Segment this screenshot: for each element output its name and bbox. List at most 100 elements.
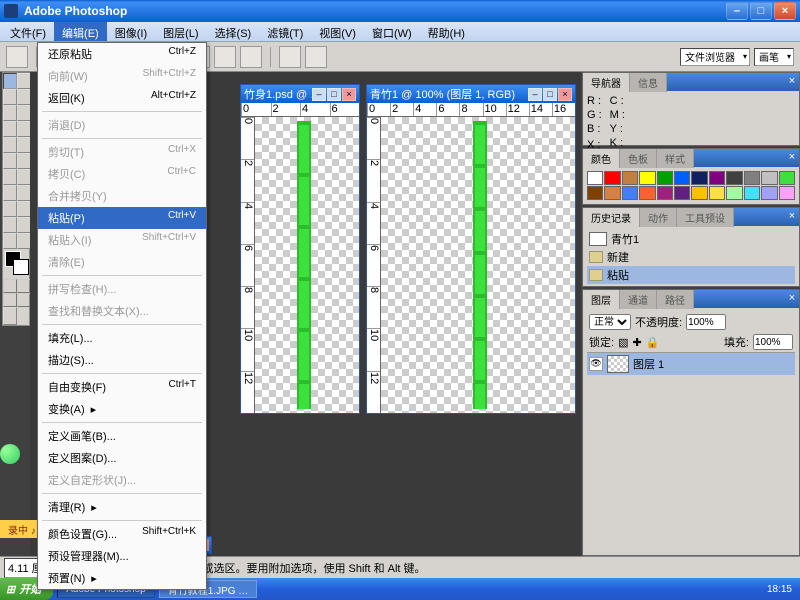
history-brush-tool[interactable]	[17, 137, 31, 153]
opacity-input[interactable]	[686, 314, 726, 330]
tab-channels[interactable]: 通道	[620, 290, 657, 309]
menu-item[interactable]: 自由变换(F)Ctrl+T	[38, 376, 206, 398]
menu-item[interactable]: 预设管理器(M)...	[38, 545, 206, 567]
swatch[interactable]	[639, 186, 655, 200]
doc2-max-button[interactable]: □	[543, 88, 557, 101]
tab-actions[interactable]: 动作	[640, 208, 677, 227]
swatch[interactable]	[604, 171, 620, 185]
menu-item[interactable]: 颜色设置(G)...Shift+Ctrl+K	[38, 523, 206, 545]
tab-layers[interactable]: 图层	[583, 290, 620, 309]
history-snapshot[interactable]: 青竹1	[587, 230, 795, 248]
pen-tool[interactable]	[3, 201, 17, 217]
doc2-close-button[interactable]: ×	[558, 88, 572, 101]
brushes-dropdown[interactable]: 画笔	[754, 48, 794, 66]
assistant-bubble-icon[interactable]	[0, 444, 20, 464]
distribute-h-icon[interactable]	[279, 46, 301, 68]
eraser-tool[interactable]	[3, 153, 17, 169]
zoom-tool[interactable]	[17, 233, 31, 249]
close-button[interactable]: ×	[774, 2, 796, 20]
menu-文件[interactable]: 文件(F)	[2, 22, 54, 41]
marquee-tool[interactable]	[17, 73, 31, 89]
swatch[interactable]	[761, 171, 777, 185]
menu-图层[interactable]: 图层(L)	[155, 22, 206, 41]
doc2-min-button[interactable]: –	[528, 88, 542, 101]
tab-styles[interactable]: 样式	[657, 149, 694, 168]
align-middle-icon[interactable]	[214, 46, 236, 68]
gradient-tool[interactable]	[17, 153, 31, 169]
menu-滤镜[interactable]: 滤镜(T)	[259, 22, 311, 41]
notes-tool[interactable]	[3, 217, 17, 233]
layer-row[interactable]: 👁 图层 1	[587, 352, 795, 375]
slice-tool[interactable]	[17, 105, 31, 121]
swatch[interactable]	[744, 186, 760, 200]
wand-tool[interactable]	[17, 89, 31, 105]
menu-item[interactable]: 定义画笔(B)...	[38, 425, 206, 447]
background-swatch[interactable]	[13, 259, 29, 275]
screenmode-toggle[interactable]	[3, 293, 31, 307]
history-step[interactable]: 粘贴	[587, 266, 795, 284]
swatch[interactable]	[726, 186, 742, 200]
eyedropper-tool[interactable]	[17, 217, 31, 233]
tab-info[interactable]: 信息	[630, 73, 667, 92]
shape-tool[interactable]	[17, 201, 31, 217]
color-swatches[interactable]	[3, 249, 31, 279]
lock-all-icon[interactable]: 🔒	[646, 336, 660, 349]
distribute-v-icon[interactable]	[305, 46, 327, 68]
swatch[interactable]	[709, 171, 725, 185]
file-browser-dropdown[interactable]: 文件浏览器	[680, 48, 750, 66]
healing-tool[interactable]	[3, 121, 17, 137]
menu-选择[interactable]: 选择(S)	[207, 22, 260, 41]
fill-input[interactable]	[753, 334, 793, 350]
doc1-close-button[interactable]: ×	[342, 88, 356, 101]
lock-position-icon[interactable]: ✚	[632, 336, 641, 349]
swatch[interactable]	[604, 186, 620, 200]
tab-tool-presets[interactable]: 工具预设	[677, 208, 734, 227]
doc1-max-button[interactable]: □	[327, 88, 341, 101]
dodge-tool[interactable]	[17, 169, 31, 185]
swatch[interactable]	[674, 171, 690, 185]
menu-帮助[interactable]: 帮助(H)	[420, 22, 473, 41]
minimize-button[interactable]: –	[726, 2, 748, 20]
menu-视图[interactable]: 视图(V)	[311, 22, 364, 41]
swatch[interactable]	[674, 186, 690, 200]
maximize-button[interactable]: □	[750, 2, 772, 20]
visibility-icon[interactable]: 👁	[589, 357, 603, 371]
menu-图像[interactable]: 图像(I)	[107, 22, 155, 41]
swatch[interactable]	[761, 186, 777, 200]
swatch[interactable]	[622, 171, 638, 185]
menu-item[interactable]: 还原粘贴Ctrl+Z	[38, 43, 206, 65]
tab-swatches[interactable]: 色板	[620, 149, 657, 168]
document-window-2[interactable]: 青竹1 @ 100% (图层 1, RGB) – □ × 02468101214…	[366, 84, 576, 414]
tab-history[interactable]: 历史记录	[583, 208, 640, 227]
move-tool-preset-icon[interactable]	[6, 46, 28, 68]
swatch[interactable]	[779, 186, 795, 200]
hand-tool[interactable]	[3, 233, 17, 249]
layer-name[interactable]: 图层 1	[633, 356, 664, 372]
doc2-header[interactable]: 青竹1 @ 100% (图层 1, RGB) – □ ×	[367, 85, 575, 103]
swatch[interactable]	[639, 171, 655, 185]
swatch[interactable]	[779, 171, 795, 185]
palette-close-icon[interactable]: ×	[785, 210, 799, 224]
tab-color[interactable]: 颜色	[583, 149, 620, 168]
blend-mode-select[interactable]: 正常	[589, 314, 631, 330]
menu-窗口[interactable]: 窗口(W)	[364, 22, 420, 41]
menu-item[interactable]: 粘贴(P)Ctrl+V	[38, 207, 206, 229]
palette-close-icon[interactable]: ×	[785, 151, 799, 165]
palette-close-icon[interactable]: ×	[785, 75, 799, 89]
tab-navigator[interactable]: 导航器	[583, 73, 630, 92]
history-step[interactable]: 新建	[587, 248, 795, 266]
path-tool[interactable]	[3, 185, 17, 201]
swatch[interactable]	[709, 186, 725, 200]
menu-item[interactable]: 填充(L)...	[38, 327, 206, 349]
doc1-header[interactable]: 竹身1.psd @ … – □ ×	[241, 85, 359, 103]
menu-item[interactable]: 预置(N)	[38, 567, 206, 589]
document-window-1[interactable]: 竹身1.psd @ … – □ × 0246 024681012	[240, 84, 360, 414]
stamp-tool[interactable]	[3, 137, 17, 153]
swatch[interactable]	[657, 186, 673, 200]
doc2-canvas[interactable]	[381, 117, 575, 413]
system-tray-clock[interactable]: 18:15	[759, 584, 800, 595]
menu-编辑[interactable]: 编辑(E)	[54, 22, 107, 41]
menu-item[interactable]: 清理(R)	[38, 496, 206, 518]
lock-pixels-icon[interactable]: ▧	[618, 336, 628, 349]
swatch[interactable]	[691, 186, 707, 200]
